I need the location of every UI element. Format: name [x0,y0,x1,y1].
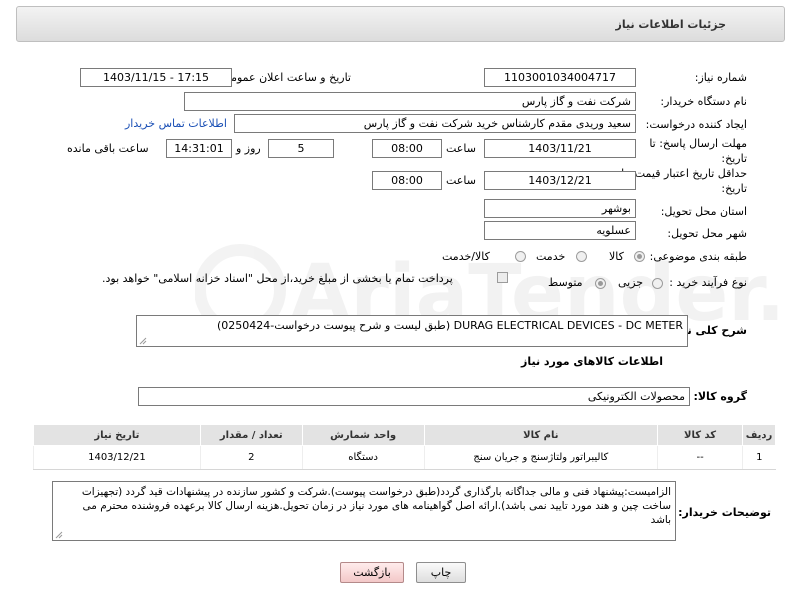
process-option-medium: متوسط [548,276,583,289]
goods-group-label: گروه کالا: [693,390,747,403]
category-radio-service[interactable] [576,251,587,262]
col-header-code: کد کالا [657,424,744,446]
deadline-time-field: 08:00 [372,139,442,158]
buyer-org-field: شرکت نفت و گاز پارس [184,92,636,111]
deadline-date-field: 1403/11/21 [484,139,636,158]
deadline-label: مهلت ارسال پاسخ: تا تاریخ: [649,137,747,165]
cell-date: 1403/12/21 [33,445,201,470]
need-number-field: 1103001034004717 [484,68,636,87]
col-header-date: تاریخ نیاز [33,424,201,446]
category-radio-goods[interactable] [634,251,645,262]
buyer-notes-label: توضیحات خریدار: [678,506,771,519]
back-button[interactable]: بازگشت [340,562,404,583]
payment-note: پرداخت تمام یا بخشی از مبلغ خرید،از محل … [102,272,453,285]
col-header-qty: تعداد / مقدار [199,424,303,446]
col-header-row: ردیف [742,424,776,446]
goods-table: ردیف کد کالا نام کالا واحد شمارش تعداد /… [33,424,776,470]
creator-label: ایجاد کننده درخواست: [645,118,747,131]
process-label: نوع فرآیند خرید : [669,276,747,289]
goods-group-field: محصولات الکترونیکی [138,387,690,406]
city-label: شهر محل تحویل: [667,227,747,240]
process-radio-medium[interactable] [595,278,606,289]
goods-section-title: اطلاعات کالاهای مورد نیاز [521,355,663,368]
category-radio-goods-service[interactable] [515,251,526,262]
col-header-name: نام کالا [423,424,659,446]
description-field: DURAG ELECTRICAL DEVICES - DC METER (طبق… [136,315,688,347]
validity-time-field: 08:00 [372,171,442,190]
buyer-org-label: نام دستگاه خریدار: [660,95,747,108]
process-radio-minor[interactable] [652,278,663,289]
city-field: عسلویه [484,221,636,240]
announce-label: تاریخ و ساعت اعلان عمومی: [218,71,351,84]
remaining-time-field: 14:31:01 [166,139,232,158]
remaining-word: ساعت باقی مانده [67,142,149,155]
header-panel: جزئیات اطلاعات نیاز [16,6,785,42]
table-header-row: ردیف کد کالا نام کالا واحد شمارش تعداد /… [33,424,776,446]
buyer-contact-link[interactable]: اطلاعات تماس خریدار [125,117,227,130]
days-word: روز و [236,142,261,155]
resize-grip-icon[interactable] [139,337,147,345]
buyer-notes-text: الزامیست:پیشنهاد فنی و مالی جداگانه بارگ… [81,486,671,526]
province-field: بوشهر [484,199,636,218]
deadline-time-word: ساعت [446,142,476,155]
creator-field: سعید وریدی مقدم کارشناس خرید شرکت نفت و … [234,114,636,133]
category-option-goods: کالا [609,250,624,263]
cell-name: کالیبراتور ولتاژسنج و جریان سنج [423,445,658,470]
validity-date-field: 1403/12/21 [484,171,636,190]
cell-qty: 2 [199,445,303,470]
cell-code: -- [657,445,743,470]
resize-grip-icon[interactable] [55,531,63,539]
description-text: DURAG ELECTRICAL DEVICES - DC METER (طبق… [216,319,683,332]
category-option-service: خدمت [536,250,566,263]
buyer-notes-field: الزامیست:پیشنهاد فنی و مالی جداگانه بارگ… [52,481,676,541]
province-label: استان محل تحویل: [660,205,747,218]
cell-row: 1 [742,445,776,470]
validity-time-word: ساعت [446,174,476,187]
need-number-label: شماره نیاز: [694,71,747,84]
page-title: جزئیات اطلاعات نیاز [615,18,727,31]
category-option-goods-service: کالا/خدمت [442,250,490,263]
table-row: 1 -- کالیبراتور ولتاژسنج و جریان سنج دست… [33,445,776,470]
category-label: طبقه بندی موضوعی: [649,250,747,263]
days-field: 5 [268,139,334,158]
cell-unit: دستگاه [301,445,425,470]
announce-field: 1403/11/15 - 17:15 [80,68,232,87]
process-option-minor: جزیی [618,276,644,289]
treasury-checkbox[interactable] [497,272,508,283]
print-button[interactable]: چاپ [416,562,466,583]
col-header-unit: واحد شمارش [301,424,425,446]
